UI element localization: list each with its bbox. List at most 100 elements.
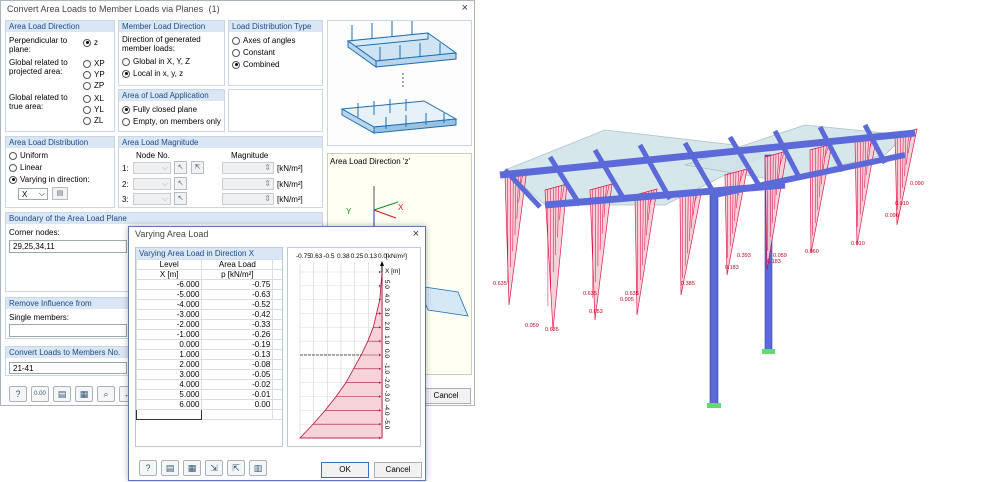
pick-node-2-button[interactable]: ↖ — [174, 177, 187, 190]
distribution-radio-varying[interactable]: Varying in direction: — [9, 175, 90, 184]
varying-ok-button[interactable]: OK — [321, 462, 369, 478]
distribution-type-radio-combined[interactable]: Combined — [232, 60, 279, 69]
level-cell[interactable]: 3.000 — [135, 369, 203, 380]
varying-table-button[interactable]: ▥ — [249, 460, 267, 476]
level-cell[interactable]: 4.000 — [135, 379, 203, 390]
structural-model-view[interactable]: 0.6350.6350.0590.6350.0530.6350.0050.385… — [485, 95, 995, 420]
varying-open-button[interactable]: ▤ — [161, 460, 179, 476]
zoom-icon: ⌕ — [103, 389, 109, 399]
empty-cell[interactable] — [135, 409, 203, 420]
spinner-icon: ⇕ — [264, 163, 271, 172]
table-row[interactable]: 2.000 -0.08 — [135, 359, 282, 370]
table-row[interactable]: 5.000 -0.01 — [135, 389, 282, 400]
main-cancel-button[interactable]: Cancel — [421, 388, 471, 404]
load-value-label: 0.635 — [545, 327, 559, 333]
member-direction-radio-global[interactable]: Global in X, Y, Z — [122, 57, 190, 66]
single-members-input[interactable] — [9, 324, 127, 337]
table-row[interactable]: -1.000 -0.26 — [135, 329, 282, 340]
pick-node-1-alt-button[interactable]: ⇱ — [191, 161, 204, 174]
distribution-radio-uniform[interactable]: Uniform — [9, 151, 48, 160]
table-row[interactable]: -2.000 -0.33 — [135, 319, 282, 330]
load-cell[interactable]: -0.01 — [201, 389, 274, 400]
varying-help-button[interactable]: ? — [139, 460, 157, 476]
level-cell[interactable]: -3.000 — [135, 309, 203, 320]
load-cell[interactable]: -0.05 — [201, 369, 274, 380]
level-cell[interactable]: -5.000 — [135, 289, 203, 300]
load-cell[interactable]: 0.00 — [201, 399, 274, 410]
level-cell[interactable]: -6.000 — [135, 279, 203, 290]
main-dialog-close-button[interactable]: × — [462, 2, 468, 14]
load-cell[interactable]: -0.13 — [201, 349, 274, 360]
table-row[interactable]: 4.000 -0.02 — [135, 379, 282, 390]
load-cell[interactable]: -0.42 — [201, 309, 274, 320]
application-radio-fully-closed[interactable]: Fully closed plane — [122, 105, 197, 114]
level-cell[interactable]: 6.000 — [135, 399, 203, 410]
table-row[interactable]: -6.000 -0.75 — [135, 279, 282, 290]
node-2-select[interactable]: ⌵ — [133, 178, 171, 190]
load-value-label: 0.010 — [851, 241, 865, 247]
direction-radio-yl[interactable]: YL — [83, 105, 104, 114]
level-cell[interactable]: 2.000 — [135, 359, 203, 370]
corner-nodes-input[interactable]: 29,25,34,11 — [9, 240, 127, 253]
direction-radio-z[interactable]: z — [83, 38, 98, 47]
chevron-down-icon: ⌵ — [161, 163, 168, 172]
application-radio-empty[interactable]: Empty, on members only — [122, 117, 221, 126]
magnitude-3-input[interactable]: ⇕ — [222, 193, 274, 205]
export-icon: ⇱ — [232, 463, 240, 473]
open-button[interactable]: ▤ — [53, 386, 71, 402]
zoom-button[interactable]: ⌕ — [97, 386, 115, 402]
load-cell[interactable]: -0.19 — [201, 339, 274, 350]
empty-cell[interactable] — [201, 409, 274, 420]
empty-cell[interactable] — [272, 409, 282, 420]
level-cell[interactable]: -2.000 — [135, 319, 203, 330]
level-cell[interactable]: 0.000 — [135, 339, 203, 350]
table-row-empty[interactable] — [135, 409, 282, 420]
save-button[interactable]: ▦ — [75, 386, 93, 402]
load-cell[interactable]: -0.08 — [201, 359, 274, 370]
varying-dialog-close-button[interactable]: × — [413, 228, 419, 240]
varying-export-button[interactable]: ⇱ — [227, 460, 245, 476]
magnitude-1-input[interactable]: ⇕ — [222, 162, 274, 174]
distribution-radio-linear[interactable]: Linear — [9, 163, 42, 172]
magnitude-2-input[interactable]: ⇕ — [222, 178, 274, 190]
table-row[interactable]: -5.000 -0.63 — [135, 289, 282, 300]
value-button[interactable]: 0.00 — [31, 386, 49, 402]
table-row[interactable]: 1.000 -0.13 — [135, 349, 282, 360]
convert-to-members-input[interactable]: 21-41 — [9, 362, 127, 374]
table-row[interactable]: -3.000 -0.42 — [135, 309, 282, 320]
varying-import-button[interactable]: ⇲ — [205, 460, 223, 476]
varying-save-button[interactable]: ▦ — [183, 460, 201, 476]
member-direction-radio-local[interactable]: Local in x, y, z — [122, 69, 183, 78]
direction-radio-xl[interactable]: XL — [83, 94, 104, 103]
edit-varying-load-button[interactable]: ▤ — [52, 187, 68, 200]
table-row[interactable]: -4.000 -0.52 — [135, 299, 282, 310]
load-cell[interactable]: -0.33 — [201, 319, 274, 330]
row-spacer — [272, 349, 282, 360]
level-cell[interactable]: -1.000 — [135, 329, 203, 340]
distribution-type-radio-angles[interactable]: Axes of angles — [232, 36, 295, 45]
direction-radio-xp[interactable]: XP — [83, 59, 105, 68]
level-cell[interactable]: 1.000 — [135, 349, 203, 360]
direction-select[interactable]: X ⌵ — [18, 188, 48, 200]
load-cell[interactable]: -0.26 — [201, 329, 274, 340]
load-cell[interactable]: -0.52 — [201, 299, 274, 310]
direction-radio-zl[interactable]: ZL — [83, 116, 103, 125]
node-1-select[interactable]: ⌵ — [133, 162, 171, 174]
pick-node-3-button[interactable]: ↖ — [174, 192, 187, 205]
level-cell[interactable]: -4.000 — [135, 299, 203, 310]
load-cell[interactable]: -0.63 — [201, 289, 274, 300]
table-row[interactable]: 0.000 -0.19 — [135, 339, 282, 350]
help-button[interactable]: ? — [9, 386, 27, 402]
distribution-type-radio-constant[interactable]: Constant — [232, 48, 275, 57]
level-cell[interactable]: 5.000 — [135, 389, 203, 400]
table-row[interactable]: 6.000 0.00 — [135, 399, 282, 410]
pick-node-1-button[interactable]: ↖ — [174, 161, 187, 174]
load-cell[interactable]: -0.02 — [201, 379, 274, 390]
load-value-label: 0.010 — [895, 201, 909, 207]
direction-radio-yp[interactable]: YP — [83, 70, 105, 79]
load-cell[interactable]: -0.75 — [201, 279, 274, 290]
direction-radio-zp[interactable]: ZP — [83, 81, 104, 90]
varying-cancel-button[interactable]: Cancel — [374, 462, 422, 478]
node-3-select[interactable]: ⌵ — [133, 193, 171, 205]
table-row[interactable]: 3.000 -0.05 — [135, 369, 282, 380]
